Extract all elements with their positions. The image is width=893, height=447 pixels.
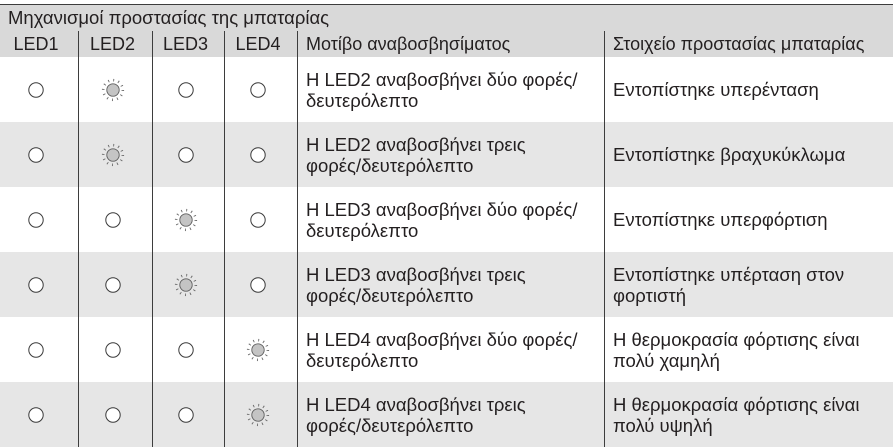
led4-cell <box>224 252 297 317</box>
protection-line: Εντοπίστηκε υπερφόρτιση <box>613 209 828 230</box>
led-off-icon <box>101 403 125 427</box>
led4-cell <box>224 187 297 252</box>
table-row: Η LED3 αναβοσβήνει τρεις φορές/δευτερόλε… <box>0 252 893 317</box>
protection-cell: Η θερμοκρασία φόρτισης είναι πολύ υψηλή <box>604 382 893 447</box>
led2-cell <box>78 317 152 382</box>
led2-cell <box>78 187 152 252</box>
blink-pattern-line: Η LED3 αναβοσβήνει τρεις <box>306 263 526 285</box>
led1-cell <box>0 317 78 382</box>
led4-cell <box>224 317 297 382</box>
led-off-icon <box>246 143 270 167</box>
blink-pattern-line: φορές/δευτερόλεπτο <box>306 284 474 306</box>
blink-pattern-cell: Η LED3 αναβοσβήνει τρεις φορές/δευτερόλε… <box>297 252 604 317</box>
led-blinking-icon <box>246 338 270 362</box>
protection-cell: Εντοπίστηκε υπερφόρτιση <box>604 187 893 252</box>
blink-pattern-line: φορές/δευτερόλεπτο <box>306 414 474 436</box>
led4-cell <box>224 57 297 122</box>
blink-pattern-line: δευτερόλεπτο <box>306 349 419 371</box>
protection-line: Εντοπίστηκε υπερένταση <box>613 79 819 100</box>
table-row: Η LED4 αναβοσβήνει δύο φορές/ δευτερόλεπ… <box>0 317 893 382</box>
led-off-icon <box>101 338 125 362</box>
led2-cell <box>78 57 152 122</box>
blink-pattern-cell: Η LED2 αναβοσβήνει δύο φορές/ δευτερόλεπ… <box>297 57 604 122</box>
led1-cell <box>0 252 78 317</box>
blink-pattern-line: φορές/δευτερόλεπτο <box>306 154 474 176</box>
led-off-icon <box>174 338 198 362</box>
led2-cell <box>78 122 152 187</box>
led-blinking-icon <box>246 403 270 427</box>
protection-line: πολύ χαμηλή <box>613 349 720 371</box>
led4-cell <box>224 382 297 447</box>
led1-cell <box>0 187 78 252</box>
led4-cell <box>224 122 297 187</box>
header-led3: LED3 <box>152 31 224 57</box>
blink-pattern-line: Η LED2 αναβοσβήνει τρεις <box>306 133 526 155</box>
led-blinking-icon <box>174 208 198 232</box>
protection-line: Εντοπίστηκε βραχυκύκλωμα <box>613 144 846 165</box>
protection-line: φορτιστή <box>613 284 686 306</box>
led-off-icon <box>24 78 48 102</box>
led2-cell <box>78 252 152 317</box>
blink-pattern-line: Η LED4 αναβοσβήνει τρεις <box>306 393 526 415</box>
blink-pattern-cell: Η LED3 αναβοσβήνει δύο φορές/ δευτερόλεπ… <box>297 187 604 252</box>
protection-line: πολύ υψηλή <box>613 414 713 436</box>
led3-cell <box>152 187 224 252</box>
blink-pattern-line: δευτερόλεπτο <box>306 219 419 241</box>
header-blink-pattern: Μοτίβο αναβοσβησίματος <box>297 31 604 57</box>
led1-cell <box>0 382 78 447</box>
led-blinking-icon <box>101 143 125 167</box>
blink-pattern-cell: Η LED2 αναβοσβήνει τρεις φορές/δευτερόλε… <box>297 122 604 187</box>
header-protection-element: Στοιχείο προστασίας μπαταρίας <box>604 31 893 57</box>
led-off-icon <box>101 208 125 232</box>
blink-pattern-line: Η LED3 αναβοσβήνει δύο φορές/ <box>306 198 578 220</box>
led3-cell <box>152 252 224 317</box>
protection-cell: Εντοπίστηκε υπέρταση στον φορτιστή <box>604 252 893 317</box>
led2-cell <box>78 382 152 447</box>
protection-line: Εντοπίστηκε υπέρταση στον <box>613 263 845 285</box>
header-led4: LED4 <box>224 31 297 57</box>
protection-cell: Η θερμοκρασία φόρτισης είναι πολύ χαμηλή <box>604 317 893 382</box>
battery-protection-table: Μηχανισμοί προστασίας της μπαταρίας LED1… <box>0 4 893 447</box>
blink-pattern-cell: Η LED4 αναβοσβήνει δύο φορές/ δευτερόλεπ… <box>297 317 604 382</box>
led-blinking-icon <box>174 273 198 297</box>
header-led1: LED1 <box>13 33 59 54</box>
led-off-icon <box>24 273 48 297</box>
led-off-icon <box>24 403 48 427</box>
table-header-row: LED1 LED2 LED3 LED4 Μοτίβο αναβοσβησίματ… <box>0 31 893 57</box>
led-blinking-icon <box>101 78 125 102</box>
blink-pattern-line: Η LED2 αναβοσβήνει δύο φορές/ <box>306 68 578 90</box>
led3-cell <box>152 57 224 122</box>
table-row: Η LED4 αναβοσβήνει τρεις φορές/δευτερόλε… <box>0 382 893 447</box>
table-row: Η LED2 αναβοσβήνει τρεις φορές/δευτερόλε… <box>0 122 893 187</box>
blink-pattern-line: Η LED4 αναβοσβήνει δύο φορές/ <box>306 328 578 350</box>
protection-line: Η θερμοκρασία φόρτισης είναι <box>613 393 860 415</box>
header-led2: LED2 <box>78 31 152 57</box>
led-off-icon <box>174 143 198 167</box>
led1-cell <box>0 122 78 187</box>
led-off-icon <box>174 78 198 102</box>
protection-cell: Εντοπίστηκε υπερένταση <box>604 57 893 122</box>
protection-cell: Εντοπίστηκε βραχυκύκλωμα <box>604 122 893 187</box>
led3-cell <box>152 382 224 447</box>
table-title: Μηχανισμοί προστασίας της μπαταρίας <box>0 5 893 31</box>
led3-cell <box>152 317 224 382</box>
led-off-icon <box>24 338 48 362</box>
led-off-icon <box>101 273 125 297</box>
blink-pattern-cell: Η LED4 αναβοσβήνει τρεις φορές/δευτερόλε… <box>297 382 604 447</box>
led-off-icon <box>246 208 270 232</box>
led-off-icon <box>24 208 48 232</box>
led-off-icon <box>246 78 270 102</box>
led1-cell <box>0 57 78 122</box>
protection-line: Η θερμοκρασία φόρτισης είναι <box>613 328 860 350</box>
table-row: Η LED2 αναβοσβήνει δύο φορές/ δευτερόλεπ… <box>0 57 893 122</box>
led3-cell <box>152 122 224 187</box>
led-off-icon <box>174 403 198 427</box>
led-off-icon <box>24 143 48 167</box>
table-row: Η LED3 αναβοσβήνει δύο φορές/ δευτερόλεπ… <box>0 187 893 252</box>
blink-pattern-line: δευτερόλεπτο <box>306 89 419 111</box>
led-off-icon <box>246 273 270 297</box>
